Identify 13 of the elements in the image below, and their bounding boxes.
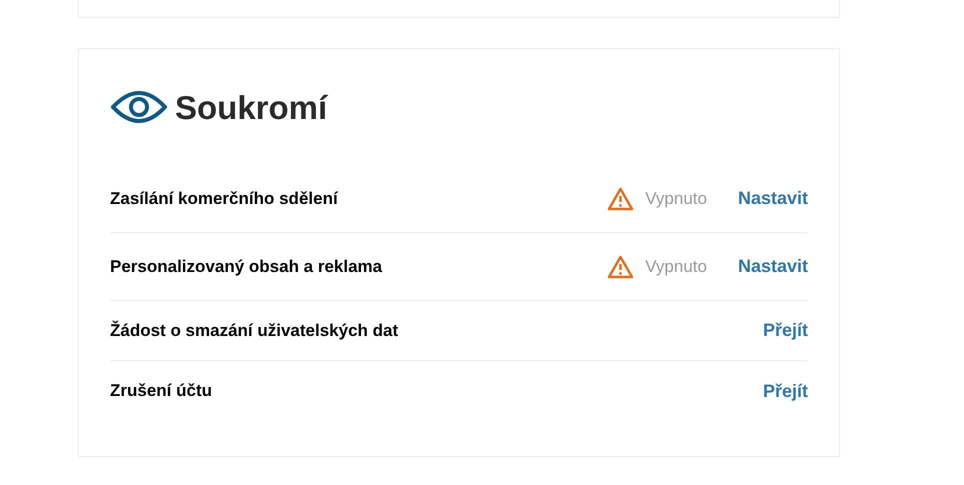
action-link[interactable]: Přejít <box>762 378 808 404</box>
section-title: Soukromí <box>175 90 328 124</box>
setting-label: Žádost o smazání uživatelských dat <box>110 320 400 342</box>
setting-label: Personalizovaný obsah a reklama <box>110 256 384 278</box>
action-link[interactable]: Přejít <box>762 317 808 344</box>
action-link[interactable]: Nastavit <box>738 185 808 212</box>
status-text: Vypnuto <box>645 188 707 210</box>
setting-label: Zrušení účtu <box>110 380 214 402</box>
action-link[interactable]: Nastavit <box>738 253 808 280</box>
warning-icon <box>607 186 634 210</box>
setting-label: Zasílání komerčního sdělení <box>110 188 340 210</box>
warning-icon <box>607 254 634 278</box>
status-text: Vypnuto <box>645 256 707 278</box>
